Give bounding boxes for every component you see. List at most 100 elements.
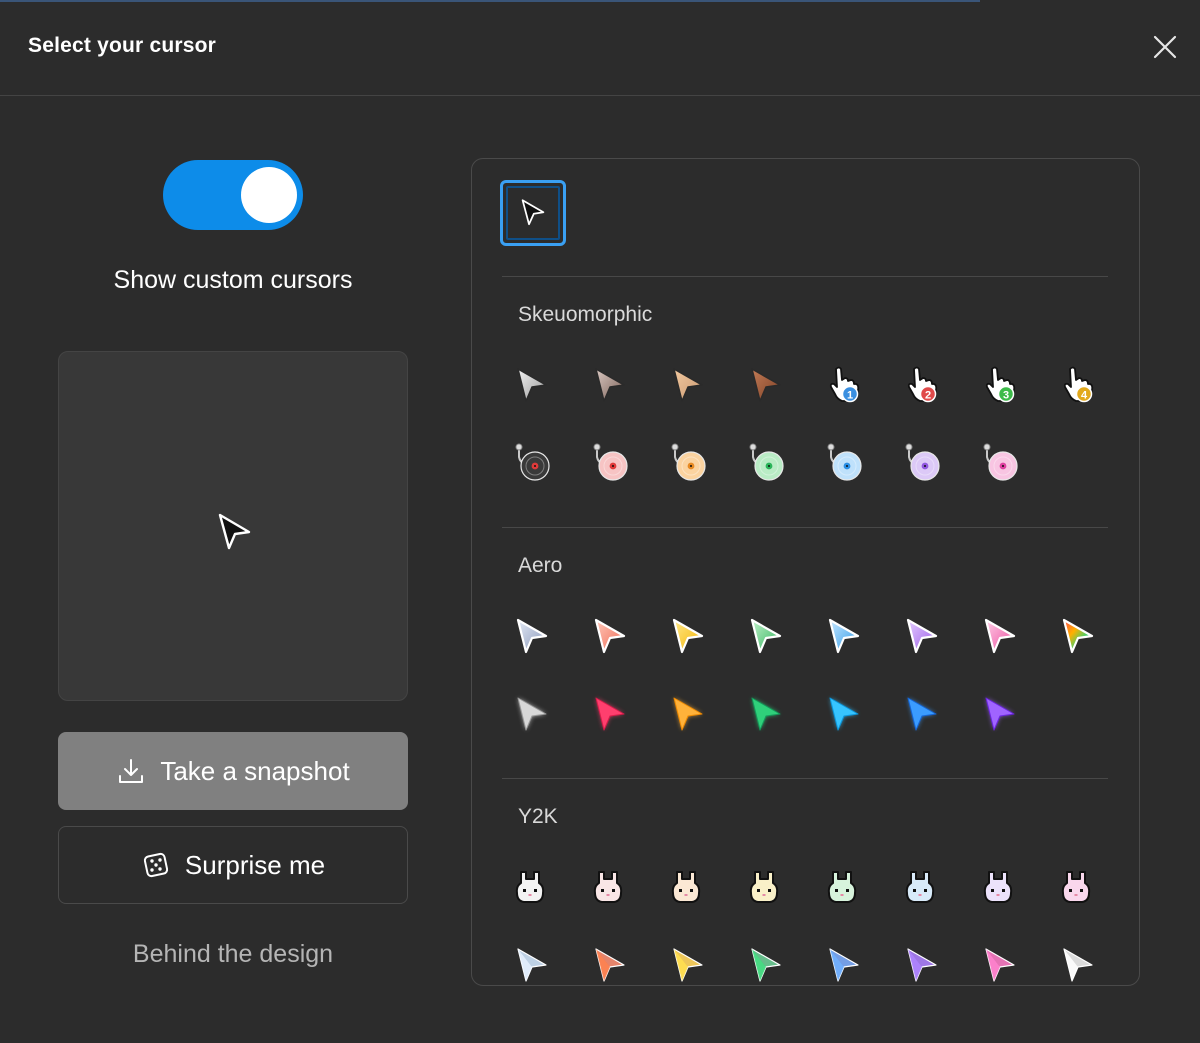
cursor-option-hand[interactable]: 1 (814, 355, 874, 415)
default-cursor-option[interactable] (500, 180, 566, 246)
cursor-option-disc[interactable] (736, 433, 796, 493)
disc-cursor-icon (749, 443, 784, 481)
cursor-preview-area (58, 351, 408, 701)
cursor-option-aero[interactable] (658, 606, 718, 666)
glow-cursor-icon (517, 697, 547, 731)
toggle-knob (241, 167, 297, 223)
cursor-option-bunny[interactable] (970, 857, 1030, 917)
cursor-option-disc[interactable] (580, 433, 640, 493)
disc-cursor-icon (905, 443, 940, 481)
aero-cursor-icon (750, 618, 782, 654)
cursor-option-aero[interactable] (892, 606, 952, 666)
hand-cursor-icon: 1 (829, 366, 860, 403)
section-title-y2k: Y2K (518, 805, 558, 828)
cursor-option-bunny[interactable] (736, 857, 796, 917)
custom-cursors-toggle[interactable] (163, 160, 303, 230)
cursor-option-gem[interactable] (892, 935, 952, 985)
cursor-option-hand[interactable]: 2 (892, 355, 952, 415)
cursor-option-glow[interactable] (970, 684, 1030, 744)
cursor-option-glow[interactable] (658, 684, 718, 744)
glow-cursor-icon (985, 697, 1015, 731)
cursor-option-bunny[interactable] (814, 857, 874, 917)
arrow-cursor-icon (673, 368, 703, 402)
cursor-option-bunny[interactable] (658, 857, 718, 917)
svg-text:1: 1 (847, 390, 853, 402)
cursor-option-disc[interactable] (892, 433, 952, 493)
cursor-option-arrow[interactable] (736, 355, 796, 415)
disc-cursor-icon (983, 443, 1018, 481)
cursor-option-gem[interactable] (1048, 935, 1108, 985)
cursor-option-aero[interactable] (736, 606, 796, 666)
cursor-option-aero[interactable] (502, 606, 562, 666)
aero-cursor-icon (828, 618, 860, 654)
disc-cursor-icon (827, 443, 862, 481)
section-divider (502, 778, 1108, 779)
close-button[interactable] (1148, 30, 1182, 64)
behind-the-design-link[interactable]: Behind the design (58, 940, 408, 969)
glow-cursor-icon (907, 697, 937, 731)
cursor-option-gem[interactable] (502, 935, 562, 985)
glow-cursor-icon (751, 697, 781, 731)
dice-icon (143, 852, 169, 878)
cursor-option-glow[interactable] (736, 684, 796, 744)
section-divider (502, 276, 1108, 277)
toggle-label: Show custom cursors (113, 266, 353, 294)
aero-cursor-icon (906, 618, 938, 654)
arrow-cursor-icon (517, 368, 547, 402)
cursor-option-arrow[interactable] (502, 355, 562, 415)
download-icon (119, 759, 144, 783)
cursor-option-disc[interactable] (658, 433, 718, 493)
cursor-option-gem[interactable] (580, 935, 640, 985)
svg-text:3: 3 (1003, 390, 1009, 402)
bunny-cursor-icon (827, 871, 857, 903)
glow-cursor-icon (829, 697, 859, 731)
dialog-header: Select your cursor (0, 0, 1200, 96)
cursor-option-glow[interactable] (580, 684, 640, 744)
cursor-option-bunny[interactable] (502, 857, 562, 917)
cursor-option-rainbow[interactable] (1048, 606, 1108, 666)
arrow-cursor-icon (751, 368, 781, 402)
cursor-option-gem[interactable] (658, 935, 718, 985)
cursor-option-disc[interactable] (814, 433, 874, 493)
gem-cursor-icon (595, 948, 625, 982)
cursor-option-hand[interactable]: 3 (970, 355, 1030, 415)
cursor-option-bunny[interactable] (1048, 857, 1108, 917)
gem-cursor-icon (907, 948, 937, 982)
cursor-option-aero[interactable] (970, 606, 1030, 666)
surprise-me-label: Surprise me (184, 849, 326, 880)
bunny-cursor-icon (1061, 871, 1091, 903)
cursor-option-bunny[interactable] (892, 857, 952, 917)
gem-cursor-icon (673, 948, 703, 982)
cursor-picker-panel[interactable]: Skeuomorphic 1 2 3 4 Aero Y2K (471, 158, 1140, 986)
cursor-option-aero[interactable] (580, 606, 640, 666)
cursor-option-arrow[interactable] (580, 355, 640, 415)
surprise-me-button[interactable]: Surprise me (58, 826, 408, 904)
cursor-option-glow[interactable] (502, 684, 562, 744)
svg-text:4: 4 (1081, 390, 1088, 402)
cursor-option-arrow[interactable] (658, 355, 718, 415)
cursor-option-gem[interactable] (736, 935, 796, 985)
cursor-option-hand[interactable]: 4 (1048, 355, 1108, 415)
rainbow-cursor-icon (1062, 618, 1094, 654)
close-icon (1153, 35, 1177, 59)
aero-cursor-icon (672, 618, 704, 654)
bunny-cursor-icon (749, 871, 779, 903)
cursor-option-glow[interactable] (892, 684, 952, 744)
cursor-option-gem[interactable] (814, 935, 874, 985)
aero-cursor-icon (984, 618, 1016, 654)
cursor-option-glow[interactable] (814, 684, 874, 744)
bunny-cursor-icon (671, 871, 701, 903)
dialog-title: Select your cursor (28, 34, 217, 57)
section-title-skeuomorphic: Skeuomorphic (518, 303, 653, 326)
take-snapshot-button[interactable]: Take a snapshot (58, 732, 408, 810)
cursor-option-disc[interactable] (970, 433, 1030, 493)
disc-cursor-icon (515, 443, 550, 481)
cursor-option-bunny[interactable] (580, 857, 640, 917)
glow-cursor-icon (673, 697, 703, 731)
glow-cursor-icon (595, 697, 625, 731)
cursor-option-aero[interactable] (814, 606, 874, 666)
section-divider (502, 527, 1108, 528)
default-arrow-icon (521, 199, 545, 226)
cursor-option-disc[interactable] (502, 433, 562, 493)
cursor-option-gem[interactable] (970, 935, 1030, 985)
